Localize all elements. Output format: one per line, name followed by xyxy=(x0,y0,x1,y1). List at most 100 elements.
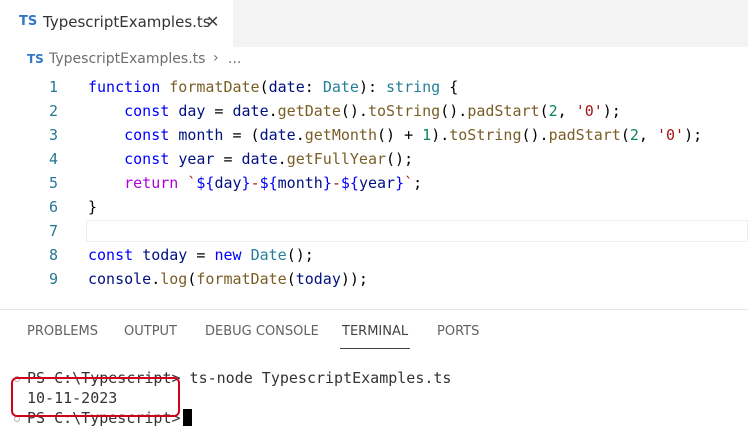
panel-tab-bar: PROBLEMS OUTPUT DEBUG CONSOLE TERMINAL P… xyxy=(0,310,748,350)
code-token: const xyxy=(124,150,179,168)
code-token: day xyxy=(214,174,242,192)
code-token: toString xyxy=(449,126,522,144)
code-line[interactable]: 1 function formatDate(date: Date): string… xyxy=(0,76,748,100)
breadcrumb-file[interactable]: TypescriptExamples.ts xyxy=(49,51,205,67)
code-token: getMonth xyxy=(304,126,377,144)
code-token: , xyxy=(638,126,657,144)
code-token: year xyxy=(178,150,215,168)
line-number: 5 xyxy=(48,174,58,192)
tab-terminal[interactable]: TERMINAL xyxy=(342,324,408,339)
current-line-highlight xyxy=(86,220,748,242)
code-token: , xyxy=(557,102,576,120)
code-token: - xyxy=(331,174,341,192)
code-token: month xyxy=(178,126,224,144)
code-token: log xyxy=(160,270,188,288)
code-line[interactable]: 4 const year = date.getFullYear(); xyxy=(0,148,748,172)
close-icon[interactable]: ✕ xyxy=(206,12,219,31)
code-line[interactable]: 2 const day = date.getDate().toString().… xyxy=(0,100,748,124)
code-token: . xyxy=(277,150,287,168)
code-token: getFullYear xyxy=(286,150,387,168)
code-token: } xyxy=(322,174,332,192)
terminal-cursor xyxy=(182,409,192,426)
code-token: = ( xyxy=(223,126,260,144)
code-token: ${ xyxy=(340,174,359,192)
typescript-file-icon: TS xyxy=(19,14,38,29)
breadcrumb: TS TypescriptExamples.ts › ... xyxy=(0,47,748,73)
code-token: (). xyxy=(440,102,468,120)
code-text: const year = date.getFullYear(); xyxy=(88,150,413,168)
code-token: (). xyxy=(340,102,368,120)
code-token: const xyxy=(124,102,179,120)
code-token: formatDate xyxy=(169,78,260,96)
code-token: date xyxy=(268,78,305,96)
code-token: . xyxy=(295,126,305,144)
code-token: (). xyxy=(521,126,549,144)
code-text: return `${day}-${month}-${year}`; xyxy=(88,174,422,192)
code-token: day xyxy=(178,102,206,120)
code-token: } xyxy=(241,174,251,192)
code-token: date xyxy=(241,150,278,168)
code-token: = xyxy=(205,102,233,120)
tab-debug-console[interactable]: DEBUG CONSOLE xyxy=(205,324,319,339)
line-number: 2 xyxy=(48,102,58,120)
code-token: 1 xyxy=(422,126,432,144)
line-number: 8 xyxy=(48,246,58,264)
code-token: return xyxy=(124,174,188,192)
code-token: (); xyxy=(386,150,414,168)
code-token: today xyxy=(142,246,188,264)
line-number: 6 xyxy=(48,198,58,216)
line-number: 9 xyxy=(48,270,58,288)
code-text: const month = (date.getMonth() + 1).toSt… xyxy=(88,126,702,144)
code-token: ` xyxy=(404,174,414,192)
breadcrumb-symbols[interactable]: ... xyxy=(228,51,241,67)
code-line[interactable]: 5 return `${day}-${month}-${year}`; xyxy=(0,172,748,196)
code-token: ( xyxy=(259,78,269,96)
code-token: const xyxy=(88,246,143,264)
line-number: 1 xyxy=(48,78,58,96)
code-token: - xyxy=(250,174,260,192)
code-token: ): xyxy=(358,78,387,96)
code-text: } xyxy=(88,198,97,216)
line-number: 3 xyxy=(48,126,58,144)
code-token: toString xyxy=(367,102,441,120)
code-token: (); xyxy=(286,246,314,264)
tab-output[interactable]: OUTPUT xyxy=(124,324,177,339)
code-token: padStart xyxy=(467,102,540,120)
code-token: today xyxy=(295,270,341,288)
code-line[interactable]: 3 const month = (date.getMonth() + 1).to… xyxy=(0,124,748,148)
editor-tab-bar: TS TypescriptExamples.ts ✕ xyxy=(0,0,748,47)
code-token: ${ xyxy=(259,174,278,192)
code-editor[interactable]: 1 function formatDate(date: Date): string… xyxy=(0,73,748,293)
editor-tab-typescriptexamples[interactable]: TS TypescriptExamples.ts ✕ xyxy=(0,0,233,47)
code-token: function xyxy=(88,78,170,96)
typescript-file-icon: TS xyxy=(27,52,44,66)
code-token: date xyxy=(259,126,296,144)
code-token: getDate xyxy=(277,102,341,120)
code-line[interactable]: 9 console.log(formatDate(today)); xyxy=(0,268,748,292)
code-token: ); xyxy=(602,102,621,120)
tab-problems[interactable]: PROBLEMS xyxy=(27,324,98,339)
code-token: } xyxy=(395,174,405,192)
code-token: ( xyxy=(620,126,630,144)
code-text: const today = new Date(); xyxy=(88,246,314,264)
code-token: new xyxy=(214,246,251,264)
code-token: ; xyxy=(413,174,423,192)
code-line[interactable]: 8 const today = new Date(); xyxy=(0,244,748,268)
line-number: 7 xyxy=(48,222,58,240)
code-token: ); xyxy=(684,126,703,144)
code-token: console xyxy=(88,270,152,288)
code-line[interactable]: 7 xyxy=(0,220,748,244)
code-token: ( xyxy=(539,102,549,120)
code-line[interactable]: 6} xyxy=(0,196,748,220)
code-token: )); xyxy=(340,270,368,288)
code-token: 2 xyxy=(548,102,558,120)
code-token: year xyxy=(358,174,396,192)
code-token: padStart xyxy=(548,126,621,144)
tab-ports[interactable]: PORTS xyxy=(437,324,479,339)
output-highlight-box xyxy=(11,377,180,417)
code-token: ${ xyxy=(196,174,215,192)
code-token: . xyxy=(268,102,278,120)
code-token: month xyxy=(277,174,323,192)
code-token: ( xyxy=(286,270,296,288)
